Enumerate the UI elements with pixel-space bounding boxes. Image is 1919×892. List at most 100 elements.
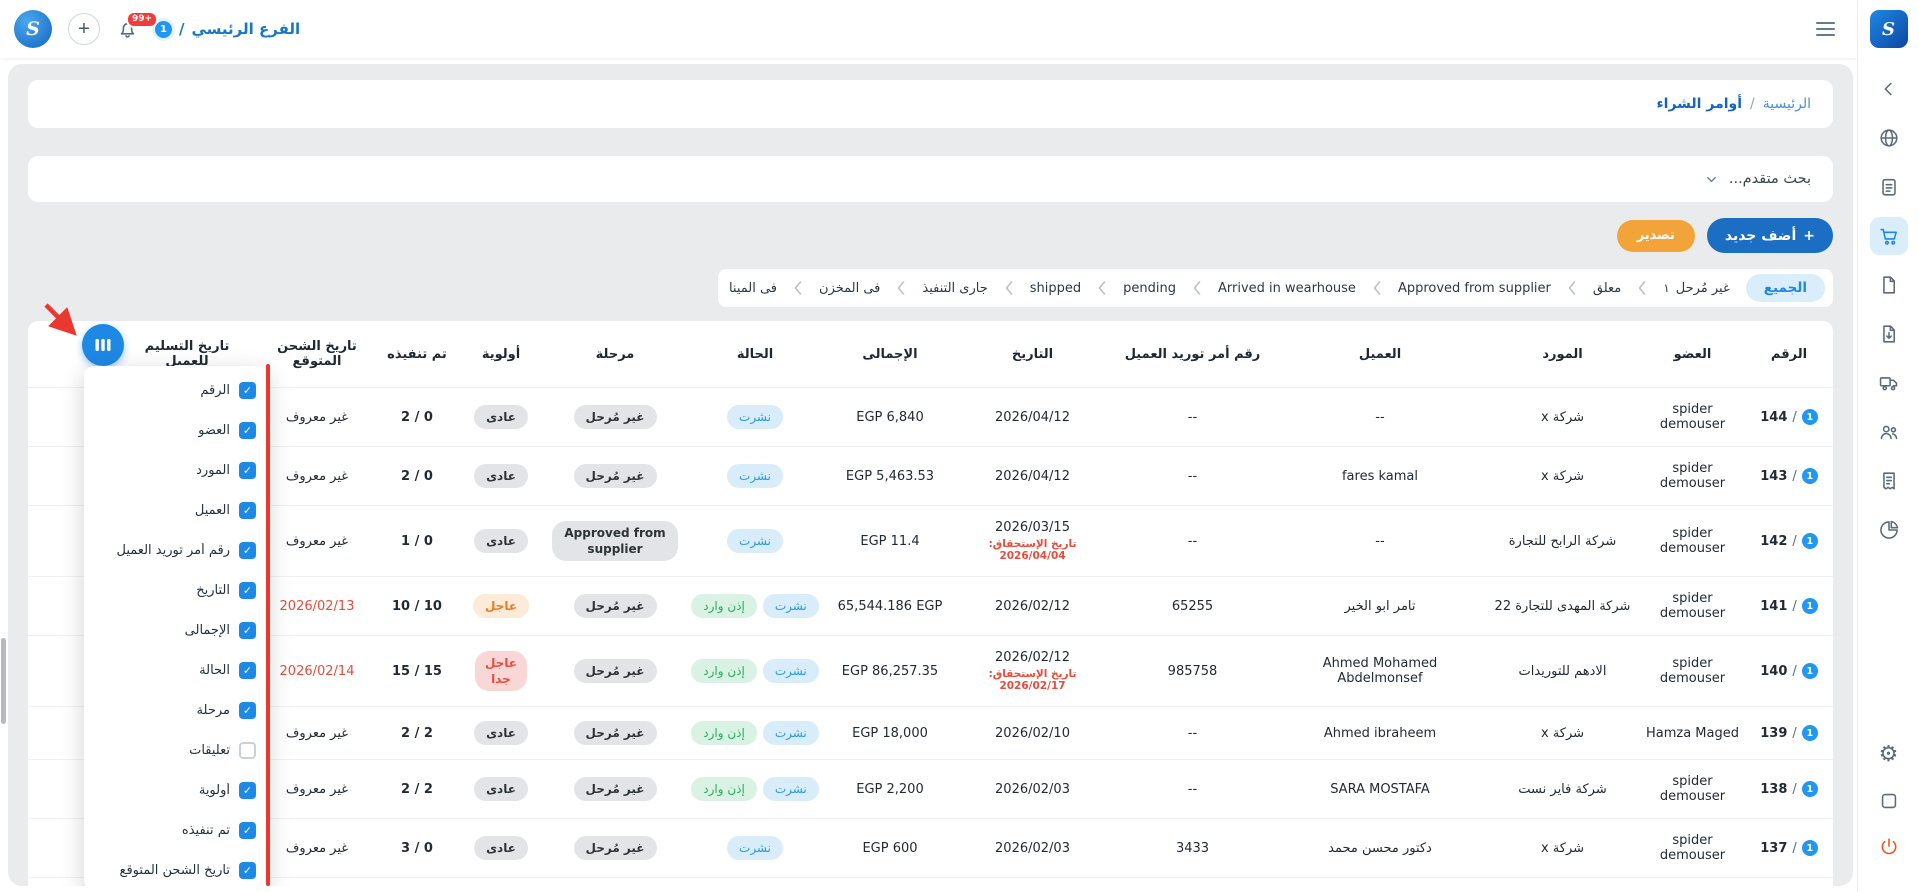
client-cell: تامر ابو الخير (1275, 577, 1485, 636)
filter-status-3[interactable]: Arrived in wearhouse (1215, 281, 1359, 296)
order-row-138[interactable]: 1/138spider demouserشركة فاير نستSARA MO… (28, 760, 1833, 819)
order-row-144[interactable]: 1/144spider demouserشركة x----2026/04/12… (28, 388, 1833, 447)
shipping-icon[interactable] (1870, 364, 1908, 402)
filter-status-1[interactable]: معلق (1590, 281, 1624, 296)
checkbox-icon[interactable]: ✓ (239, 622, 256, 639)
status-chip: نشرت (727, 464, 783, 488)
column-toggle-8[interactable]: ✓مرحلة (84, 690, 268, 730)
supplier-cell: شركة x (1485, 707, 1640, 760)
order-number-cell: 1/144 (1745, 388, 1833, 447)
checkbox-icon[interactable]: ✓ (239, 822, 256, 839)
column-toggle-1[interactable]: ✓العضو (84, 410, 268, 450)
order-row-136[interactable]: 1/136spider demouserشركة xNA 25--2026/01… (28, 878, 1833, 886)
checkbox-icon[interactable]: ✓ (239, 702, 256, 719)
filter-status-5[interactable]: shipped (1027, 281, 1084, 296)
export-button[interactable]: تصدير (1617, 220, 1695, 252)
purchase-orders-icon[interactable] (1870, 217, 1908, 255)
column-toggle-5[interactable]: ✓التاريخ (84, 570, 268, 610)
actions-row: + أضف جديد تصدير (28, 218, 1833, 253)
add-new-label: أضف جديد (1725, 228, 1796, 244)
filter-status-7[interactable]: فى المخزن (816, 281, 883, 296)
breadcrumb: الرئيسية / أوامر الشراء (28, 80, 1833, 128)
column-toggle-7[interactable]: ✓الحالة (84, 650, 268, 690)
filter-status-6[interactable]: جارى التنفيذ (919, 281, 990, 296)
order-row-141[interactable]: 1/141spider demouserشركة المهدى للتجارة … (28, 577, 1833, 636)
menu-toggle-button[interactable] (1812, 18, 1839, 41)
checkbox-icon[interactable] (239, 742, 256, 759)
checkbox-icon[interactable]: ✓ (239, 462, 256, 479)
checkbox-icon[interactable]: ✓ (239, 382, 256, 399)
order-row-137[interactable]: 1/137spider demouserشركة xدكتور محسن محم… (28, 819, 1833, 878)
date-cell: 2026/01/26 (955, 878, 1110, 886)
reports-icon[interactable] (1870, 511, 1908, 549)
checkbox-icon[interactable]: ✓ (239, 662, 256, 679)
quick-add-button[interactable]: + (68, 13, 100, 45)
breadcrumb-home[interactable]: الرئيسية (1763, 96, 1811, 112)
column-label: تعليقات (189, 743, 230, 758)
checkbox-icon[interactable]: ✓ (239, 862, 256, 879)
filter-status-2[interactable]: Approved from supplier (1395, 281, 1554, 296)
order-row-139[interactable]: 1/139Hamza Magedشركة xAhmed ibraheem--20… (28, 707, 1833, 760)
customers-icon[interactable] (1870, 413, 1908, 451)
add-new-button[interactable]: + أضف جديد (1707, 218, 1833, 253)
priority-cell: عادى (457, 388, 545, 447)
expected-ship-cell: غير معروف (257, 447, 377, 506)
notifications-button[interactable]: 99+ (116, 18, 139, 41)
column-toggle-11[interactable]: ✓تم تنفيذه (84, 810, 268, 850)
status-chip: عاجل جدا (475, 651, 527, 691)
column-toggle-4[interactable]: ✓رقم أمر توريد العميل (84, 530, 268, 570)
invoices-icon[interactable] (1870, 462, 1908, 500)
order-number: 138 (1760, 782, 1787, 797)
filter-status-0[interactable]: غير مُرحل١ (1660, 281, 1733, 296)
filter-status-4[interactable]: pending (1120, 281, 1179, 296)
settings-icon[interactable]: ⚙ (1870, 736, 1908, 774)
checkbox-icon[interactable]: ✓ (239, 542, 256, 559)
column-toggle-6[interactable]: ✓الإجمالى (84, 610, 268, 650)
column-toggle-10[interactable]: ✓أولوية (84, 770, 268, 810)
checkbox-icon[interactable]: ✓ (239, 782, 256, 799)
page-scrollbar[interactable] (1, 638, 6, 724)
status-chip: غير مُرحل (574, 721, 657, 745)
sidebar: S ⚙ (1857, 0, 1919, 892)
collapse-sidebar-icon[interactable] (1870, 70, 1908, 108)
checkbox-icon[interactable]: ✓ (239, 422, 256, 439)
checkbox-icon[interactable]: ✓ (239, 582, 256, 599)
branch-breadcrumb[interactable]: الفرع الرئيسي / 1 (155, 20, 300, 38)
client-cell: fares kamal (1275, 447, 1485, 506)
order-number-cell: 1/142 (1745, 506, 1833, 577)
documents-icon[interactable] (1870, 266, 1908, 304)
column-toggle-0[interactable]: ✓الرقم (84, 370, 268, 410)
column-toggle-3[interactable]: ✓ العميل (84, 490, 268, 530)
order-row-142[interactable]: 1/142spider demouserشركة الرابح للتجارة-… (28, 506, 1833, 577)
executed-cell: 3 / 0 (377, 819, 457, 878)
column-toggle-12[interactable]: ✓تاريخ الشحن المتوقع (84, 850, 268, 886)
status-cell: نشرتفاتورة مشتريات (685, 878, 825, 886)
column-label: العميل (195, 503, 230, 518)
column-toggle-2[interactable]: ✓المورد (84, 450, 268, 490)
member-cell: spider demouser (1640, 760, 1745, 819)
logout-icon[interactable] (1870, 828, 1908, 866)
language-icon[interactable] (1870, 119, 1908, 157)
status-chip: غير مُرحل (574, 777, 657, 801)
chevron-left-icon (896, 280, 906, 296)
filter-status-8[interactable]: فى المينا (726, 281, 780, 296)
export-documents-icon[interactable] (1870, 315, 1908, 353)
advanced-search-toggle[interactable]: بحث متقدم... (28, 156, 1833, 202)
notification-badge: 99+ (126, 11, 158, 28)
total-cell: EGP 5,463.53 (825, 447, 955, 506)
column-toggle-9[interactable]: تعليقات (84, 730, 268, 770)
display-icon[interactable] (1870, 782, 1908, 820)
member-cell: spider demouser (1640, 388, 1745, 447)
status-chip: نشرت (763, 777, 819, 801)
executed-cell: 15 / 15 (377, 636, 457, 707)
order-row-143[interactable]: 1/143spider demouserشركة xfares kamal--2… (28, 447, 1833, 506)
forms-icon[interactable] (1870, 168, 1908, 206)
filter-all[interactable]: الجميع (1746, 274, 1825, 302)
status-chip: غير مُرحل (574, 405, 657, 429)
order-row-140[interactable]: 1/140spider demouserالادهم للتوريداتAhme… (28, 636, 1833, 707)
date-cell: 2026/02/12تاريخ الإستحقاق: 2026/02/17 (955, 636, 1110, 707)
columns-menu-list: ✓الرقم✓العضو✓المورد✓العميل✓رقم أمر توريد… (84, 366, 268, 886)
breadcrumb-current[interactable]: أوامر الشراء (1657, 96, 1743, 112)
total-cell: EGP 2,200 (825, 760, 955, 819)
checkbox-icon[interactable]: ✓ (239, 502, 256, 519)
